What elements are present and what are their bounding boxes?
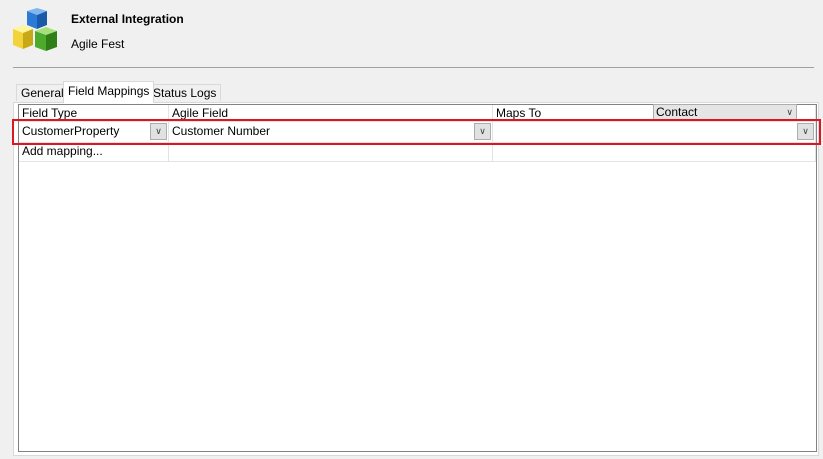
add-mapping-cell[interactable]: Add mapping... bbox=[19, 143, 169, 162]
empty-cell bbox=[493, 143, 816, 162]
agile-field-value: Customer Number bbox=[172, 124, 271, 138]
table-row: CustomerProperty ∨ Customer Number ∨ ∨ bbox=[19, 122, 816, 143]
contact-dropdown-value: Contact bbox=[656, 105, 698, 119]
column-header-agile-field[interactable]: Agile Field bbox=[169, 105, 493, 122]
empty-cell bbox=[169, 143, 493, 162]
page-title: External Integration bbox=[71, 12, 184, 26]
header-separator bbox=[13, 67, 814, 68]
agile-field-cell[interactable]: Customer Number ∨ bbox=[169, 122, 493, 143]
tab-general[interactable]: General bbox=[16, 84, 69, 101]
chevron-down-icon[interactable]: ∨ bbox=[150, 123, 167, 140]
contact-dropdown[interactable]: Contact ∨ bbox=[653, 104, 797, 120]
tab-field-mappings[interactable]: Field Mappings bbox=[63, 81, 155, 103]
chevron-down-icon[interactable]: ∨ bbox=[797, 123, 814, 140]
column-header-field-type[interactable]: Field Type bbox=[19, 105, 169, 122]
chevron-down-icon[interactable]: ∨ bbox=[474, 123, 491, 140]
field-type-cell[interactable]: CustomerProperty ∨ bbox=[19, 122, 169, 143]
field-type-value: CustomerProperty bbox=[22, 124, 120, 138]
chevron-down-icon: ∨ bbox=[786, 107, 793, 117]
field-mappings-panel: Field Type Agile Field Maps To CustomerP… bbox=[13, 102, 819, 456]
add-mapping-row[interactable]: Add mapping... bbox=[19, 143, 816, 162]
page-subtitle: Agile Fest bbox=[71, 37, 125, 51]
add-mapping-label: Add mapping... bbox=[22, 144, 103, 158]
tab-status-logs[interactable]: Status Logs bbox=[148, 84, 222, 101]
cubes-icon bbox=[13, 8, 57, 51]
maps-to-cell[interactable]: ∨ bbox=[493, 122, 816, 143]
mappings-grid: Field Type Agile Field Maps To CustomerP… bbox=[18, 104, 817, 452]
